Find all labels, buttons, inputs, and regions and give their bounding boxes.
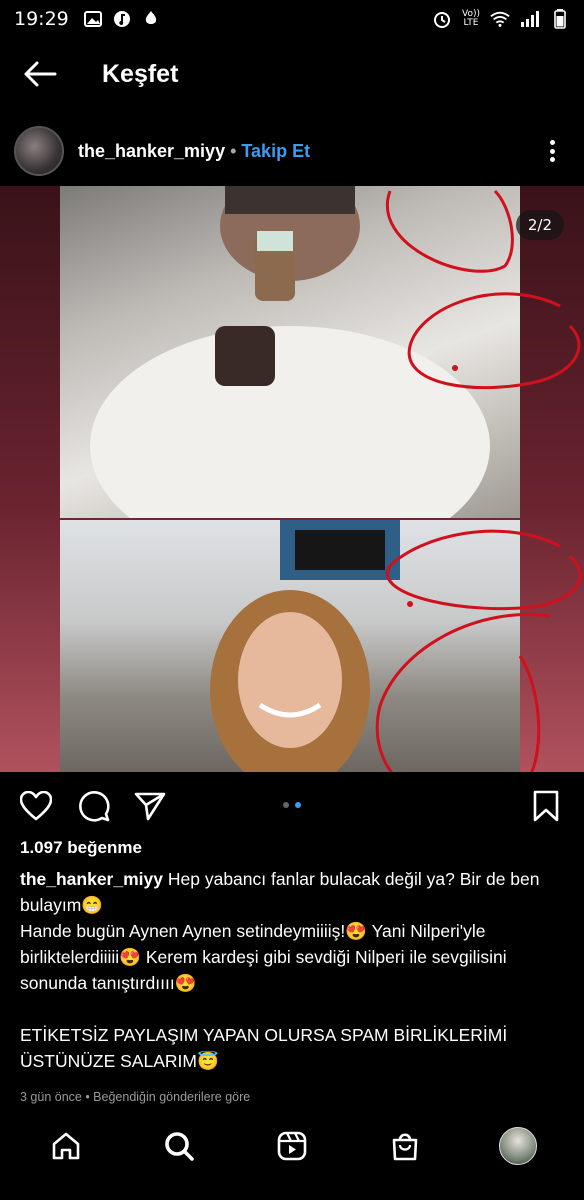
post-header: the_hanker_miyy • Takip Et [0,122,584,180]
signal-icon [520,9,540,29]
carousel-dot [283,802,289,808]
post-actions [0,780,584,830]
post-meta: 3 gün önce • Beğendiğin gönderilere göre [20,1090,251,1104]
status-time: 19:29 [14,8,69,30]
caption-line-3: ETİKETSİZ PAYLAŞIM YAPAN OLURSA SPAM BİR… [20,1025,508,1071]
bookmark-icon [533,790,559,822]
save-button[interactable] [528,788,564,824]
search-icon [165,1132,194,1161]
comment-icon [79,791,110,822]
media-counter-badge: 2/2 [515,210,564,240]
more-dot-icon [549,157,555,162]
battery-icon [550,9,570,29]
carousel-indicator [283,802,301,808]
page-title: Keşfet [102,59,179,88]
post-media[interactable]: 2/2 [0,186,584,772]
paper-plane-icon [134,792,166,821]
separator-dot: • [230,140,237,161]
post-caption: the_hanker_miyy Hep yabancı fanlar bulac… [20,866,568,1074]
more-dot-icon [549,140,555,145]
back-button[interactable] [16,50,64,98]
likes-count[interactable]: 1.097 beğenme [20,838,142,858]
nav-explore[interactable] [159,1126,199,1166]
gallery-icon [83,9,103,29]
wifi-icon [490,9,510,29]
notification-icon [141,9,161,29]
back-arrow-icon [24,61,57,87]
follow-button[interactable]: Takip Et [241,141,310,162]
profile-avatar [498,1127,537,1165]
top-bar: Keşfet [0,40,584,108]
caption-line-2: Hande bugün Aynen Aynen setindeymiiiiş!😍… [20,921,507,993]
music-icon [112,9,132,29]
nav-shop[interactable] [385,1126,425,1166]
carousel-dot-active [295,802,301,808]
reels-icon [277,1131,307,1161]
nav-profile[interactable] [498,1126,538,1166]
post-username[interactable]: the_hanker_miyy [78,141,225,162]
nav-reels[interactable] [272,1126,312,1166]
caption-username[interactable]: the_hanker_miyy [20,869,163,889]
comment-button[interactable] [76,788,112,824]
share-button[interactable] [132,788,168,824]
heart-icon [20,791,52,821]
lte-indicator: Vo)) LTE [462,9,480,28]
nav-home[interactable] [46,1126,86,1166]
more-options-button[interactable] [542,136,562,166]
like-button[interactable] [18,788,54,824]
home-icon [53,1132,80,1160]
shopping-bag-icon [392,1133,418,1161]
more-dot-icon [549,148,555,154]
status-bar: 19:29 Vo)) LTE [0,0,584,38]
red-annotation-marks [375,189,582,772]
alarm-icon [432,9,452,29]
post-avatar[interactable] [14,126,64,176]
system-bar [0,1180,584,1200]
bottom-nav [0,1118,584,1174]
